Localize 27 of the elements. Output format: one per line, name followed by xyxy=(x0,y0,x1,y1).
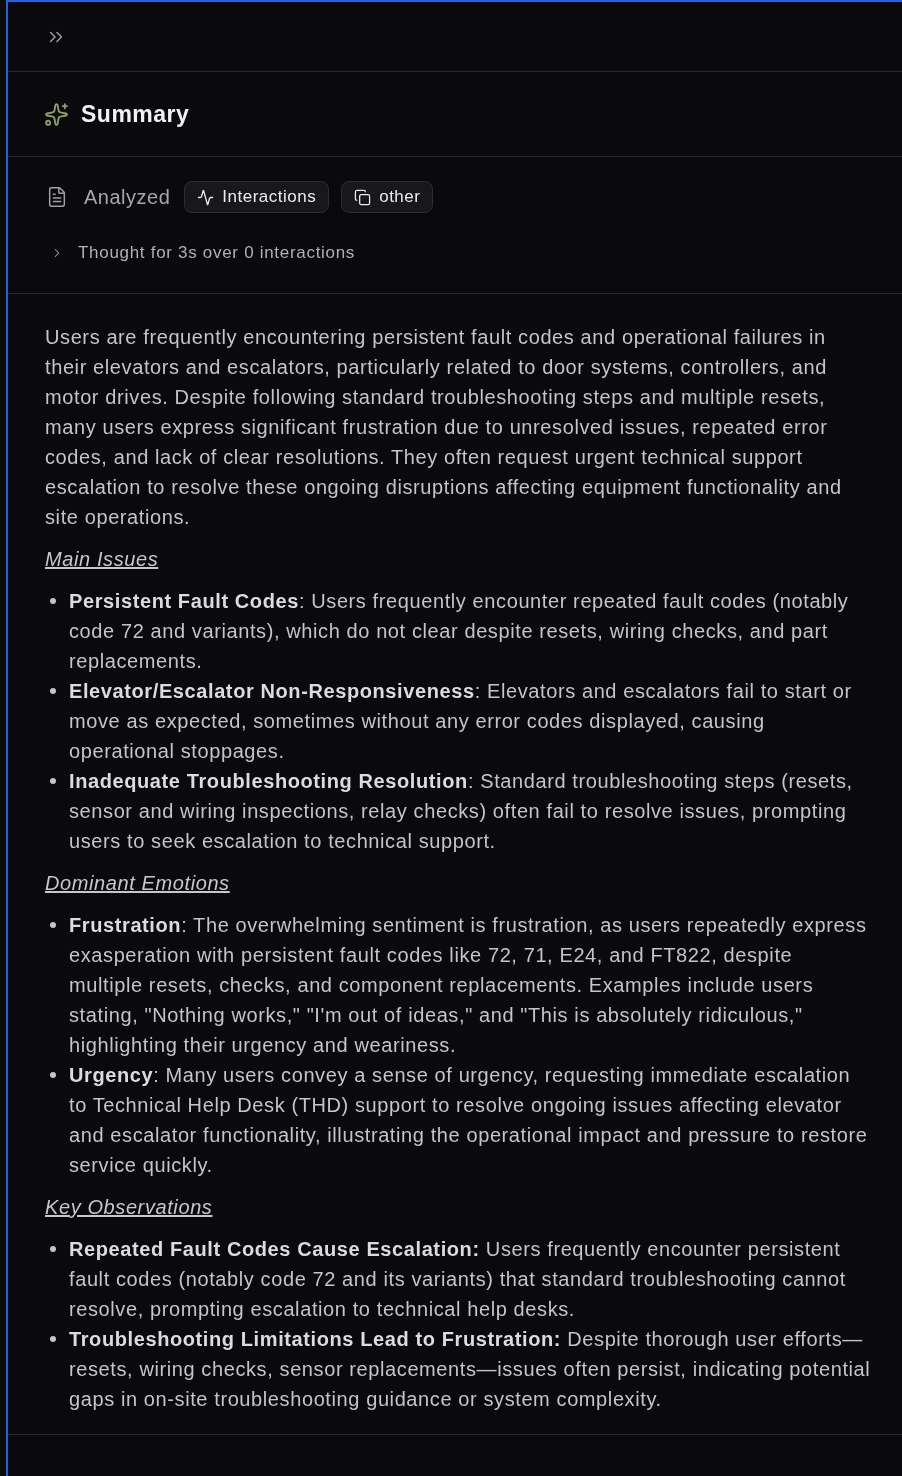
source-chip[interactable]: other xyxy=(341,181,434,213)
summary-title: Summary xyxy=(81,100,190,128)
section-heading: Key Observations xyxy=(45,1195,213,1220)
section-heading: Dominant Emotions xyxy=(45,871,230,896)
analyzed-label: Analyzed xyxy=(84,185,171,209)
bullet-icon xyxy=(50,778,56,784)
bullet-icon xyxy=(50,1246,56,1252)
pulse-icon xyxy=(197,188,215,206)
bullet-icon xyxy=(50,1072,56,1078)
bullet-text: Inadequate Troubleshooting Resolution: Standard troubleshooting steps (resets, sensor and wiring inspections, relay checks) often fail to resolve issues, prompting users to seek escalation to technical support. xyxy=(69,769,854,854)
source-chip[interactable]: Interactions xyxy=(184,181,330,213)
bullet-text: Repeated Fault Codes Cause Escalation: Users frequently encounter persistent fault codes (notably code 72 and its variants) that standard troubleshooting cannot resolve, prompting escalation to technical help desks. xyxy=(69,1237,847,1322)
document-icon xyxy=(46,186,68,208)
bullet-text: Frustration: The overwhelming sentiment is frustration, as users repeatedly express exasperation with persistent fault codes like 72, 71, E24, and FT822, despite multiple resets, checks, and component replacements. Examples include users stating, "Nothing works," "I'm out of ideas," and "This is absolutely ridiculous," highlighting their urgency and weariness. xyxy=(69,913,868,1058)
bullet-icon xyxy=(50,922,56,928)
summary-paragraph: Users are frequently encountering persistent fault codes and operational failures in their elevators and escalators, particularly related to door systems, controllers, and motor drives. Despite following standard troubleshooting steps and multiple resets, many users express significant frustration due to unresolved issues, repeated error codes, and lack of clear resolutions. They often request urgent technical support escalation to resolve these ongoing disruptions affecting equipment functionality and site operations. xyxy=(45,325,843,530)
sparkle-icon xyxy=(44,101,69,127)
bullet-text: Troubleshooting Limitations Lead to Frustration: Despite thorough user efforts—resets, wiring checks, sensor replacements—issues often persist, indicating potential gaps in on-site troubleshooting guidance or system complexity. xyxy=(69,1327,872,1412)
thought-disclosure[interactable]: Thought for 3s over 0 interactions xyxy=(46,237,356,269)
bullet-text: Persistent Fault Codes: Users frequently encounter repeated fault codes (notably code 72 and variants), which do not clear despite resets, wiring checks, and part replacements. xyxy=(69,589,850,674)
bullet-icon xyxy=(50,1336,56,1342)
bullet-icon xyxy=(50,598,56,604)
bullet-text: Urgency: Many users convey a sense of urgency, requesting immediate escalation to Technical Help Desk (THD) support to resolve ongoing issues affecting elevator and escalator functionality, illustrating the operational impact and pressure to restore service quickly. xyxy=(69,1063,869,1178)
bullet-text: Elevator/Escalator Non-Responsiveness: Elevators and escalators fail to start or move as expected, sometimes without any error codes displayed, causing operational stoppages. xyxy=(69,679,853,764)
bullet-icon xyxy=(50,688,56,694)
section-heading: Main Issues xyxy=(45,547,159,572)
copy-icon xyxy=(354,188,372,206)
